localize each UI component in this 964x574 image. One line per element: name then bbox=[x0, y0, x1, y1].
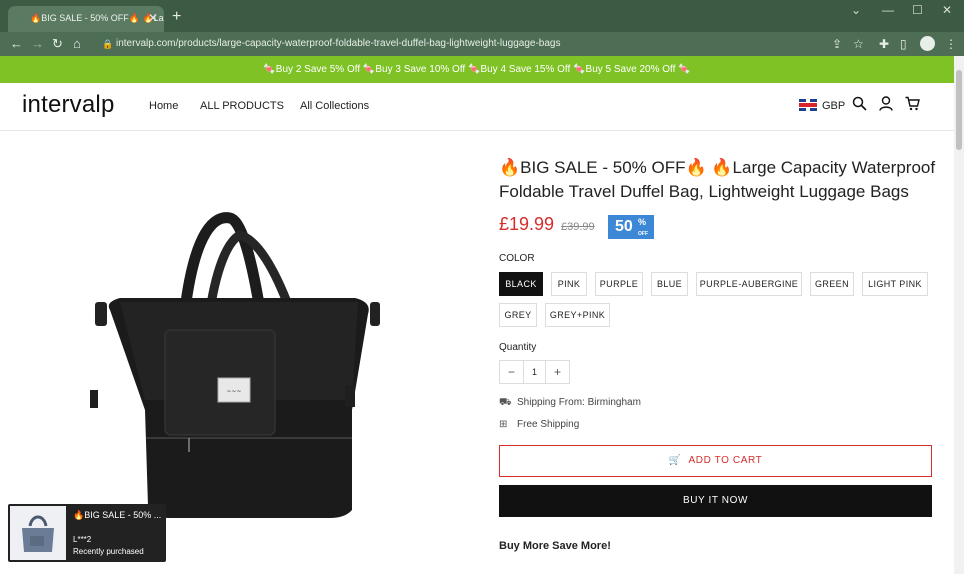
add-to-cart-label: ADD TO CART bbox=[688, 455, 763, 466]
menu-kebab-icon[interactable]: ⋮ bbox=[945, 36, 957, 52]
discount-value: 50 bbox=[615, 218, 633, 235]
lock-icon: 🔒 bbox=[102, 39, 114, 49]
color-option-green[interactable]: GREEN bbox=[810, 272, 854, 296]
forward-icon[interactable]: → bbox=[31, 35, 44, 53]
color-option-purple[interactable]: PURPLE bbox=[595, 272, 643, 296]
share-icon[interactable]: ⇪ bbox=[832, 36, 842, 52]
sale-price: £19.99 bbox=[499, 214, 555, 234]
popup-customer-name: L***2 bbox=[73, 535, 92, 544]
address-bar-row: ← → ↻ ⌂ 🔒 intervalp.com/products/large-c… bbox=[0, 32, 964, 56]
color-option-light-pink[interactable]: LIGHT PINK bbox=[862, 272, 928, 296]
close-window-icon[interactable]: ✕ bbox=[942, 3, 952, 17]
chevron-down-icon[interactable]: ⌄ bbox=[851, 3, 861, 17]
truck-icon: ⛟ bbox=[499, 397, 512, 408]
product-title: 🔥BIG SALE - 50% OFF🔥 🔥Large Capacity Wat… bbox=[499, 158, 936, 201]
quantity-decrease-button[interactable]: − bbox=[500, 361, 523, 383]
buy-more-heading: Buy More Save More! bbox=[499, 540, 611, 552]
add-to-cart-button[interactable]: 🛒 ADD TO CART bbox=[499, 445, 932, 477]
uk-flag-icon[interactable] bbox=[799, 99, 817, 111]
browser-titlebar: 🔥BIG SALE - 50% OFF🔥 🔥Lar ✕ + ⌄ — ☐ ✕ bbox=[0, 0, 964, 32]
nav-all-collections[interactable]: All Collections bbox=[300, 100, 369, 112]
back-icon[interactable]: ← bbox=[10, 35, 23, 53]
scrollbar-thumb[interactable] bbox=[956, 70, 962, 150]
minimize-icon[interactable]: — bbox=[882, 3, 894, 17]
quantity-increase-button[interactable]: + bbox=[546, 361, 569, 383]
bookmark-star-icon[interactable]: ☆ bbox=[853, 36, 864, 52]
buy-it-now-button[interactable]: BUY IT NOW bbox=[499, 485, 932, 517]
tab-close-icon[interactable]: ✕ bbox=[148, 6, 158, 30]
popup-subtitle: Recently purchased bbox=[73, 547, 144, 556]
nav-all-products[interactable]: ALL PRODUCTS bbox=[200, 100, 284, 112]
currency-selector[interactable]: GBP bbox=[822, 100, 845, 112]
color-option-grey[interactable]: GREY bbox=[499, 303, 537, 327]
profile-avatar[interactable] bbox=[920, 36, 935, 51]
promo-banner: 🍬Buy 2 Save 5% Off 🍬Buy 3 Save 10% Off 🍬… bbox=[0, 56, 954, 83]
reload-icon[interactable]: ↻ bbox=[52, 35, 63, 53]
recent-purchase-popup[interactable]: 🔥BIG SALE - 50% ... L***2 Recently purch… bbox=[8, 504, 166, 562]
site-logo[interactable]: intervalp bbox=[22, 91, 115, 119]
product-image[interactable]: ~~~ bbox=[90, 210, 390, 520]
color-option-pink[interactable]: PINK bbox=[551, 272, 587, 296]
popup-title: 🔥BIG SALE - 50% ... bbox=[73, 510, 162, 520]
quantity-input[interactable]: 1 bbox=[523, 361, 546, 383]
shipping-from-text: Shipping From: Birmingham bbox=[517, 397, 641, 408]
site-header: intervalp Home ALL PRODUCTS All Collecti… bbox=[0, 83, 954, 131]
color-label: COLOR bbox=[499, 253, 535, 264]
popup-product-thumbnail bbox=[10, 506, 66, 560]
color-option-black[interactable]: BLACK bbox=[499, 272, 543, 296]
nav-home[interactable]: Home bbox=[149, 100, 178, 112]
color-option-grey-pink[interactable]: GREY+PINK bbox=[545, 303, 610, 327]
color-option-blue[interactable]: BLUE bbox=[651, 272, 688, 296]
new-tab-icon[interactable]: + bbox=[172, 6, 181, 28]
url-field[interactable]: 🔒 intervalp.com/products/large-capacity-… bbox=[98, 34, 898, 54]
url-text: intervalp.com/products/large-capacity-wa… bbox=[116, 38, 561, 49]
tab-title: 🔥BIG SALE - 50% OFF🔥 🔥Lar bbox=[30, 13, 164, 23]
search-icon[interactable] bbox=[852, 96, 867, 115]
original-price: £39.99 bbox=[561, 221, 595, 233]
home-icon[interactable]: ⌂ bbox=[73, 35, 81, 53]
discount-off-label: OFF bbox=[638, 231, 648, 237]
free-shipping-row: ⊞ Free Shipping bbox=[499, 419, 579, 430]
quantity-stepper: − 1 + bbox=[499, 360, 570, 384]
extensions-icon[interactable]: ✚ bbox=[879, 36, 889, 52]
gift-icon: ⊞ bbox=[499, 419, 508, 430]
discount-badge: 50 % OFF bbox=[608, 215, 654, 239]
color-option-purple-aubergine[interactable]: PURPLE-AUBERGINE bbox=[696, 272, 802, 296]
sidebar-icon[interactable]: ▯ bbox=[900, 36, 907, 52]
free-shipping-text: Free Shipping bbox=[517, 419, 580, 430]
svg-text:~~~: ~~~ bbox=[226, 388, 241, 395]
account-icon[interactable] bbox=[879, 96, 893, 115]
quantity-label: Quantity bbox=[499, 342, 537, 353]
browser-tab[interactable]: 🔥BIG SALE - 50% OFF🔥 🔥Lar ✕ bbox=[8, 6, 164, 32]
cart-icon: 🛒 bbox=[668, 455, 689, 466]
shipping-from-row: ⛟ Shipping From: Birmingham bbox=[499, 397, 641, 410]
cart-icon[interactable] bbox=[905, 96, 920, 115]
maximize-icon[interactable]: ☐ bbox=[912, 3, 923, 17]
